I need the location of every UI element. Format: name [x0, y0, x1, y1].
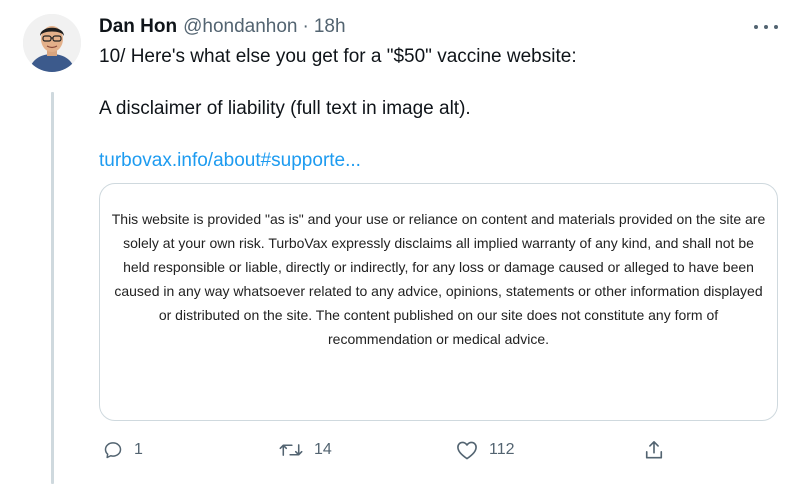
- like-count: 112: [489, 441, 515, 458]
- avatar-image: [23, 14, 81, 72]
- more-options-icon[interactable]: [754, 18, 778, 36]
- author-name[interactable]: Dan Hon: [99, 16, 177, 38]
- avatar[interactable]: [23, 14, 81, 72]
- disclaimer-text: This website is provided "as is" and you…: [111, 211, 766, 347]
- heart-icon: [457, 441, 477, 460]
- reply-button[interactable]: 1: [103, 437, 143, 463]
- retweet-icon: [279, 444, 303, 456]
- share-icon: [645, 441, 663, 459]
- tweet-actions: 1 14 112: [99, 437, 679, 463]
- reply-count: 1: [134, 441, 143, 458]
- retweet-button[interactable]: 14: [279, 437, 332, 463]
- media-card[interactable]: This website is provided "as is" and you…: [99, 183, 778, 421]
- reply-icon: [104, 442, 122, 459]
- retweet-count: 14: [314, 441, 332, 458]
- more-dot: [754, 25, 758, 29]
- tweet-timestamp[interactable]: 18h: [314, 16, 346, 38]
- more-dot: [774, 25, 778, 29]
- more-dot: [764, 25, 768, 29]
- header-separator: ·: [302, 16, 309, 37]
- tweet-text-line-1: 10/ Here's what else you get for a "$50"…: [99, 46, 577, 67]
- author-handle[interactable]: @hondanhon: [183, 16, 297, 38]
- share-button[interactable]: [644, 437, 664, 463]
- thread-connector-line: [51, 92, 54, 484]
- like-button[interactable]: 112: [456, 437, 515, 463]
- tweet-text-line-2: A disclaimer of liability (full text in …: [99, 98, 471, 119]
- tweet-link[interactable]: turbovax.info/about#supporte...: [99, 148, 779, 174]
- tweet-header: Dan Hon @hondanhon · 18h: [99, 14, 780, 40]
- tweet-body: 10/ Here's what else you get for a "$50"…: [99, 44, 779, 174]
